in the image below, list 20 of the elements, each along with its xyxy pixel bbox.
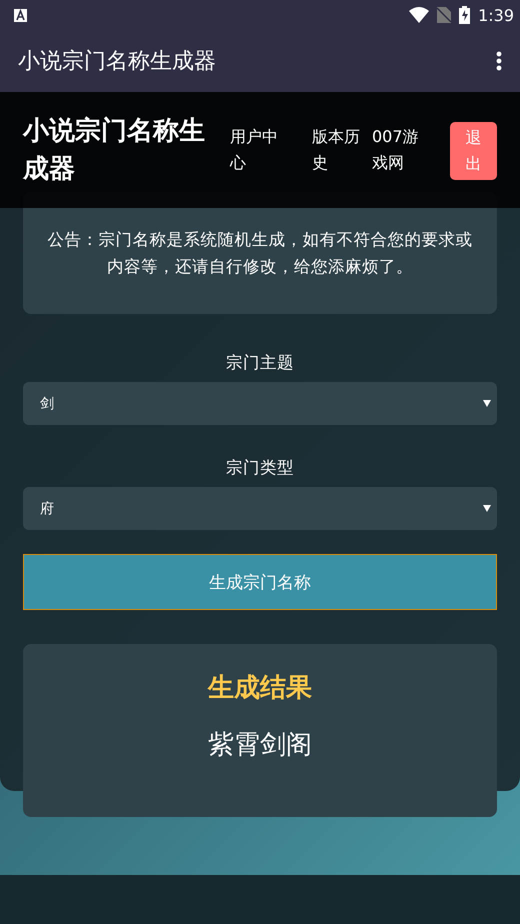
select-field[interactable]: 府 (23, 487, 497, 530)
battery-charging-icon (459, 6, 470, 24)
result-title: 生成结果 (208, 672, 312, 705)
wifi-icon (409, 7, 430, 23)
field-label: 宗门主题 (225, 352, 295, 374)
clock-time: 1:39 (478, 6, 514, 24)
select-field[interactable]: 剑 (23, 382, 497, 425)
app-title: 小说宗门名称生成器 (18, 48, 217, 76)
nav-link[interactable]: 用户中心 (230, 124, 280, 176)
dropdown-arrow-icon (483, 400, 491, 407)
no-sim-icon (437, 7, 452, 23)
generate-button[interactable]: 生成宗门名称 (23, 554, 497, 610)
more-options-icon[interactable] (496, 51, 502, 71)
dropdown-arrow-icon (483, 505, 491, 512)
nav-link[interactable]: 007游戏网 (372, 124, 422, 176)
field-label: 宗门类型 (225, 457, 295, 479)
app-notification-icon (14, 8, 27, 22)
generated-name: 紫霄剑阁 (208, 729, 312, 762)
site-title: 小说宗门名称生成器 (23, 115, 206, 186)
nav-link[interactable]: 版本历史 (312, 124, 362, 176)
